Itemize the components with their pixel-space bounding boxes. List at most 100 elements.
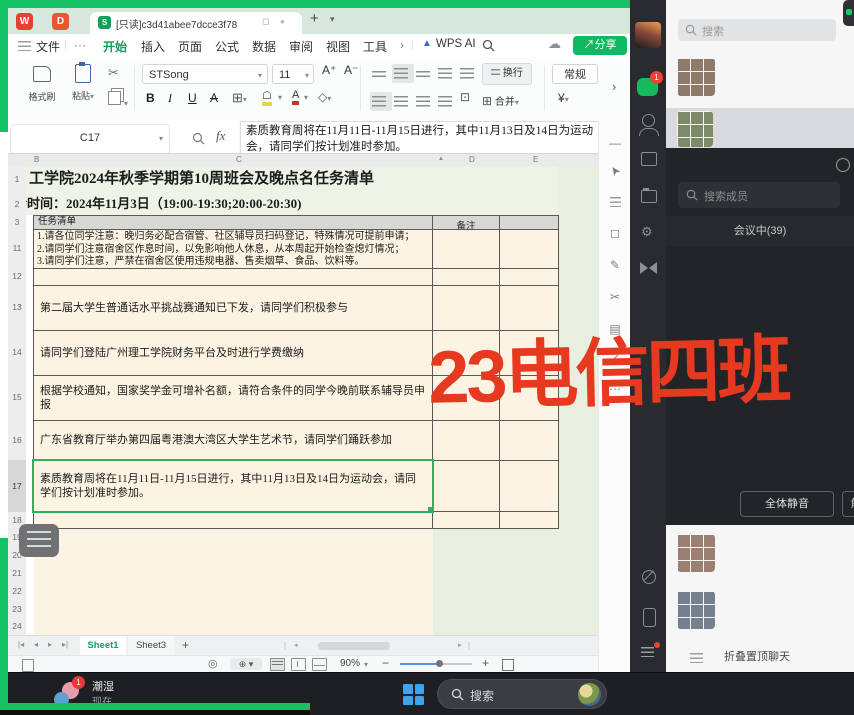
cell[interactable]: [33, 268, 433, 286]
copy-chevron-icon[interactable]: ▾: [124, 93, 128, 111]
formula-input[interactable]: 素质教育周将在11月11日-11月15日进行，其中11月13日及14日为运动会，…: [240, 121, 602, 156]
underline-button[interactable]: U: [188, 91, 197, 105]
chat-item-banzhang-group[interactable]: 班长群-得力干将 22电信2班李顺廷：[图片] 19: [666, 108, 854, 148]
document-tab[interactable]: S [只读]c3d41abee7dcce3f78 ◻ ●: [90, 12, 302, 34]
name-box[interactable]: C17 ▾: [10, 124, 170, 154]
tab-formula[interactable]: 公式: [215, 38, 239, 55]
align-right-icon[interactable]: [414, 92, 436, 111]
cell-row13[interactable]: 第二届大学生普通话水平挑战赛通知已下发，请同学们积极参与: [33, 285, 433, 331]
fullscreen-icon[interactable]: [502, 659, 514, 671]
preview-eye-icon[interactable]: ◎: [208, 657, 218, 670]
wps-logo-icon[interactable]: W: [16, 13, 33, 30]
font-name-select[interactable]: STSong▾: [142, 64, 268, 84]
cut-scissors-icon[interactable]: ✂: [108, 65, 119, 81]
paste-button[interactable]: 粘贴▾: [64, 62, 102, 114]
col-header-b[interactable]: B: [34, 155, 39, 164]
cell-row15[interactable]: 根据学校通知，国家奖学金可增补名额，请符合条件的同学今晚前联系辅导员申报: [33, 375, 433, 421]
hscroll-right-icon[interactable]: ▸: [458, 641, 462, 649]
mute-all-button[interactable]: 全体静音: [740, 491, 834, 517]
strikethrough-button[interactable]: A: [210, 91, 218, 105]
start-button-icon[interactable]: [403, 684, 424, 705]
unmute-all-button[interactable]: 解除静音: [842, 491, 854, 517]
row-number[interactable]: 15: [8, 375, 26, 421]
row-number[interactable]: 14: [8, 330, 26, 376]
tools-icon[interactable]: ✂: [599, 290, 631, 304]
merge-cells-button[interactable]: ⊞ 合并▾: [482, 91, 538, 111]
view-normal-button[interactable]: [270, 658, 285, 671]
next-sheet-icon[interactable]: ▸: [48, 640, 52, 649]
col-header-e[interactable]: E: [533, 155, 538, 164]
align-middle-icon[interactable]: [392, 64, 414, 83]
row-number[interactable]: 3: [8, 215, 26, 230]
row-number[interactable]: 16: [8, 420, 26, 461]
zoom-in-button[interactable]: +: [482, 656, 489, 670]
cell[interactable]: [499, 215, 559, 230]
chat-item-huizhou-boluo[interactable]: 惠州博罗校区第… 第二社区辅导员蔡伊琳：… 24/10: [666, 583, 854, 640]
align-center-icon[interactable]: [392, 92, 414, 111]
prev-sheet-icon[interactable]: ◂: [34, 640, 38, 649]
unsaved-dot-icon[interactable]: ●: [280, 17, 285, 26]
currency-format-button[interactable]: ¥▾: [558, 91, 569, 105]
selection-fill-handle[interactable]: [428, 507, 434, 513]
cell[interactable]: [432, 511, 500, 529]
tab-data[interactable]: 数据: [252, 38, 276, 55]
italic-button[interactable]: I: [168, 91, 172, 106]
cell-c17-selected[interactable]: 素质教育周将在11月11日-11月15日进行，其中11月13日及14日为运动会，…: [33, 460, 433, 512]
align-top-icon[interactable]: [370, 64, 392, 83]
cell-row14[interactable]: 请同学们登陆广州理工学院财务平台及时进行学费缴纳: [33, 330, 433, 376]
channels-icon[interactable]: [640, 262, 648, 274]
files-folder-icon[interactable]: [641, 190, 657, 203]
format-painter-button[interactable]: 格式刷: [22, 62, 62, 114]
col-header-c[interactable]: C: [236, 155, 242, 164]
moments-gear-icon[interactable]: ⚙: [641, 224, 653, 240]
tab-page[interactable]: 页面: [178, 38, 202, 55]
number-format-select[interactable]: 常规: [552, 64, 598, 84]
orientation-icon[interactable]: ⊡: [460, 90, 470, 104]
last-sheet-icon[interactable]: ▸|: [62, 640, 68, 649]
cell[interactable]: [432, 460, 500, 512]
view-layout-button[interactable]: [312, 658, 327, 671]
comment-icon[interactable]: ◻: [262, 16, 269, 27]
cell-meeting-time[interactable]: 会时间：2024年11月3日（19:00-19:30;20:00-20:30): [26, 193, 558, 215]
add-sheet-button[interactable]: +: [182, 638, 189, 652]
cell[interactable]: [499, 268, 559, 286]
wrap-text-button[interactable]: 换行: [482, 63, 532, 85]
cell-note-header[interactable]: 备注: [432, 215, 500, 230]
bold-button[interactable]: B: [146, 91, 155, 105]
decrease-font-icon[interactable]: A⁻: [344, 63, 358, 77]
tab-view[interactable]: 视图: [326, 38, 350, 55]
name-box-chevron-icon[interactable]: ▾: [159, 134, 163, 143]
zoom-chevron-icon[interactable]: ▾: [364, 660, 368, 669]
zoom-level[interactable]: 90%: [340, 658, 360, 669]
cursor-select-icon[interactable]: ➤: [606, 162, 624, 180]
cell-notes[interactable]: 1.请各位同学注意：晚归务必配合宿管、社区辅导员扫码登记，特殊情况可提前申请； …: [33, 229, 433, 269]
fill-color-icon[interactable]: ☖: [262, 89, 272, 106]
align-bottom-icon[interactable]: [414, 64, 436, 83]
cell-title[interactable]: 工学院2024年秋季学期第10周班会及晚点名任务清单: [26, 166, 558, 193]
formula-search-icon[interactable]: [192, 132, 205, 145]
row-number[interactable]: 13: [8, 285, 26, 331]
menu-overflow-chevron-icon[interactable]: ›: [400, 38, 404, 52]
hscroll-left-icon[interactable]: ◂: [294, 641, 298, 649]
col-header-d[interactable]: D: [469, 155, 475, 164]
menu-more-button[interactable]: ···: [74, 38, 86, 52]
column-c-lower-area[interactable]: [34, 528, 433, 635]
user-avatar[interactable]: [635, 22, 661, 48]
meeting-members-header[interactable]: 会议中(39): [666, 216, 854, 246]
grid-lower-right-area[interactable]: [433, 528, 558, 635]
row-number[interactable]: 1: [8, 166, 26, 194]
add-member-icon[interactable]: [836, 158, 850, 172]
align-left-icon[interactable]: [370, 92, 392, 111]
sliders-icon[interactable]: [599, 196, 631, 210]
cell[interactable]: [499, 460, 559, 512]
cell[interactable]: [499, 229, 559, 269]
member-search-input[interactable]: 搜索成员: [678, 182, 840, 208]
cell-row16[interactable]: 广东省教育厅举办第四届粤港澳大湾区大学生艺术节，请同学们踊跃参加: [33, 420, 433, 461]
fill-color-chevron-icon[interactable]: ▾: [278, 93, 282, 102]
cell[interactable]: [432, 229, 500, 269]
hscroll-thumb[interactable]: [318, 642, 390, 650]
font-color-chevron-icon[interactable]: ▾: [304, 93, 308, 102]
tab-sheet3[interactable]: Sheet3: [128, 636, 174, 656]
borders-icon[interactable]: ⊞▾: [232, 90, 247, 106]
fx-icon[interactable]: fx: [216, 128, 225, 144]
